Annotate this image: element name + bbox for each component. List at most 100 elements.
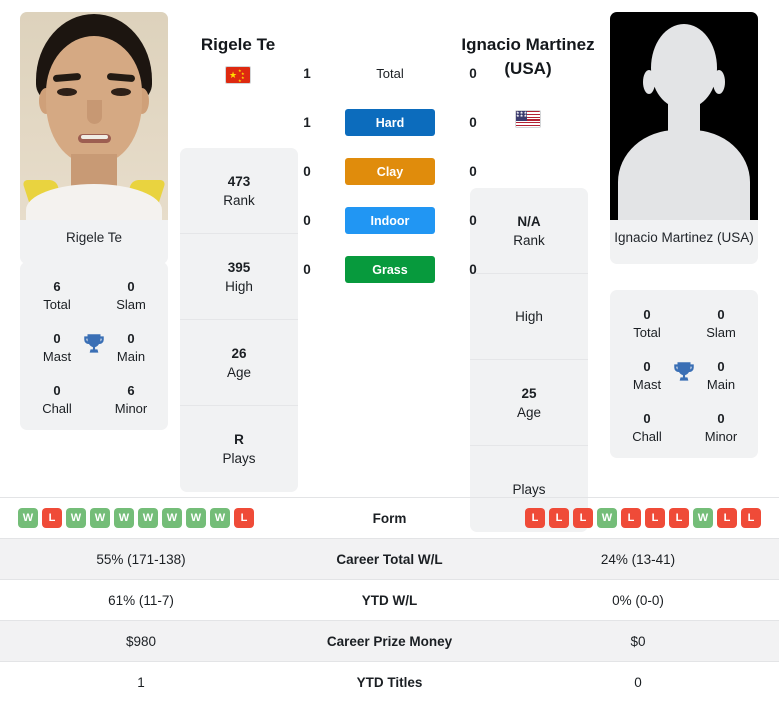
form-cell-left: WLWWWWWWWL	[0, 498, 282, 539]
surface-row-clay: 0 Clay 0	[296, 158, 484, 185]
titles-total-label-right: Total	[633, 325, 661, 340]
titles-chall-label-right: Chall	[632, 429, 662, 444]
form-badge-w: W	[210, 508, 230, 528]
form-badge-w: W	[18, 508, 38, 528]
rank-value-right: N/A	[517, 213, 541, 229]
stat-value-right: $0	[630, 633, 646, 649]
stat-value-right: 0% (0-0)	[612, 592, 664, 608]
form-badge-l: L	[573, 508, 593, 528]
titles-chall-label-left: Chall	[42, 401, 72, 416]
titles-minor-value-left: 6	[127, 383, 135, 398]
form-badge-w: W	[138, 508, 158, 528]
age-cell-right: 25 Age	[470, 360, 588, 446]
high-label-right: High	[515, 309, 543, 324]
surface-label-total: Total	[376, 66, 404, 81]
titles-slam-right: 0 Slam	[684, 306, 758, 342]
titles-chall-value-right: 0	[643, 411, 651, 426]
table-row: 61% (11-7) YTD W/L 0% (0-0)	[0, 579, 779, 621]
form-badge-w: W	[66, 508, 86, 528]
flag-star-main: ★	[229, 69, 238, 80]
form-badge-l: L	[669, 508, 689, 528]
plays-label-right: Plays	[512, 481, 546, 497]
surface-label-hard[interactable]: Hard	[345, 109, 435, 136]
player-name-left[interactable]: Rigele Te	[148, 33, 328, 57]
form-badge-w: W	[114, 508, 134, 528]
plays-label-left: Plays	[222, 451, 256, 466]
silhouette-ear-left	[643, 70, 655, 94]
form-badge-w: W	[693, 508, 713, 528]
titles-minor-label-right: Minor	[704, 429, 738, 444]
form-strip-left: WLWWWWWWWL	[18, 508, 264, 528]
surface-score-left-hard: 1	[303, 115, 311, 130]
titles-slam-label-left: Slam	[116, 297, 146, 312]
player-photo-caption-right: Ignacio Martinez (USA)	[614, 230, 754, 245]
comparison-stats-table: WLWWWWWWWL Form LLLWLLLWLL 55% (171-138)…	[0, 497, 779, 703]
portrait-teeth	[81, 135, 108, 139]
flag-canton: ★★★ ★★★	[516, 111, 527, 121]
stat-value-left: 61% (11-7)	[108, 592, 174, 608]
surface-score-left-total: 1	[303, 66, 311, 81]
surface-label-grass[interactable]: Grass	[345, 256, 435, 283]
titles-slam-value-left: 0	[127, 279, 135, 294]
surface-row-total: 1 Total 0	[296, 60, 484, 87]
form-badge-l: L	[549, 508, 569, 528]
form-badge-w: W	[186, 508, 206, 528]
flag-star-4: ★	[238, 78, 242, 83]
rank-value-left: 473	[227, 173, 251, 189]
profile-card-right: N/A Rank High 25 Age Plays	[470, 188, 588, 532]
titles-total-value-left: 6	[53, 279, 61, 294]
stat-value-left: 55% (171-138)	[96, 551, 186, 567]
surface-score-right-total: 0	[469, 66, 477, 81]
form-badge-l: L	[717, 508, 737, 528]
high-cell-left: 395 High	[180, 234, 298, 320]
table-row: $980 Career Prize Money $0	[0, 620, 779, 662]
high-label-left: High	[225, 278, 253, 294]
surface-score-right-clay: 0	[469, 164, 477, 179]
surface-breakdown: 1 Total 0 1 Hard 0 0 Clay 0 0 Indoor 0 0…	[296, 60, 484, 283]
stat-label: Career Total W/L	[336, 551, 443, 567]
player-photo-left	[20, 12, 168, 220]
titles-total-right: 0 Total	[610, 306, 684, 342]
form-badge-l: L	[42, 508, 62, 528]
profile-card-left: 473 Rank 395 High 26 Age R Plays	[180, 148, 298, 492]
titles-total-value-right: 0	[643, 307, 651, 322]
surface-score-left-clay: 0	[303, 164, 311, 179]
titles-chall-left: 0 Chall	[20, 382, 94, 418]
surface-score-left-grass: 0	[303, 262, 311, 277]
high-value-left: 395	[227, 259, 251, 275]
titles-total-left: 6 Total	[20, 278, 94, 314]
age-label-left: Age	[226, 364, 252, 380]
player-photo-card-right[interactable]: Ignacio Martinez (USA)	[610, 12, 758, 264]
age-value-left: 26	[231, 345, 247, 361]
surface-row-hard: 1 Hard 0	[296, 109, 484, 136]
titles-minor-value-right: 0	[717, 411, 725, 426]
form-strip-right: LLLWLLLWLL	[515, 508, 761, 528]
silhouette-head-icon	[651, 24, 717, 108]
rank-label-right: Rank	[513, 232, 545, 248]
surface-score-right-grass: 0	[469, 262, 477, 277]
table-row-form: WLWWWWWWWL Form LLLWLLLWLL	[0, 497, 779, 539]
titles-minor-label-left: Minor	[114, 401, 148, 416]
form-row-label: Form	[372, 510, 407, 526]
stat-label: YTD W/L	[361, 592, 418, 608]
surface-score-right-indoor: 0	[469, 213, 477, 228]
player-photo-card-left[interactable]: Rigele Te	[20, 12, 168, 264]
surface-row-indoor: 0 Indoor 0	[296, 207, 484, 234]
form-badge-l: L	[234, 508, 254, 528]
surface-score-left-indoor: 0	[303, 213, 311, 228]
titles-card-right: 0 Total 0 Slam 0 Mast 0 Main 0 Chall 0 M…	[610, 290, 758, 458]
titles-chall-right: 0 Chall	[610, 410, 684, 446]
age-label-right: Age	[516, 404, 542, 420]
usa-flag-icon: ★★★ ★★★	[515, 110, 541, 128]
stat-label: Career Prize Money	[326, 633, 453, 649]
titles-slam-left: 0 Slam	[94, 278, 168, 314]
surface-label-clay[interactable]: Clay	[345, 158, 435, 185]
china-flag-icon: ★ ★ ★ ★ ★	[225, 66, 251, 84]
portrait-eye-right	[111, 88, 131, 96]
form-cell-right: LLLWLLLWLL	[497, 498, 779, 539]
rank-label-left: Rank	[223, 192, 255, 208]
silhouette-ear-right	[713, 70, 725, 94]
surface-label-indoor[interactable]: Indoor	[345, 207, 435, 234]
form-badge-l: L	[525, 508, 545, 528]
titles-total-label-left: Total	[43, 297, 71, 312]
